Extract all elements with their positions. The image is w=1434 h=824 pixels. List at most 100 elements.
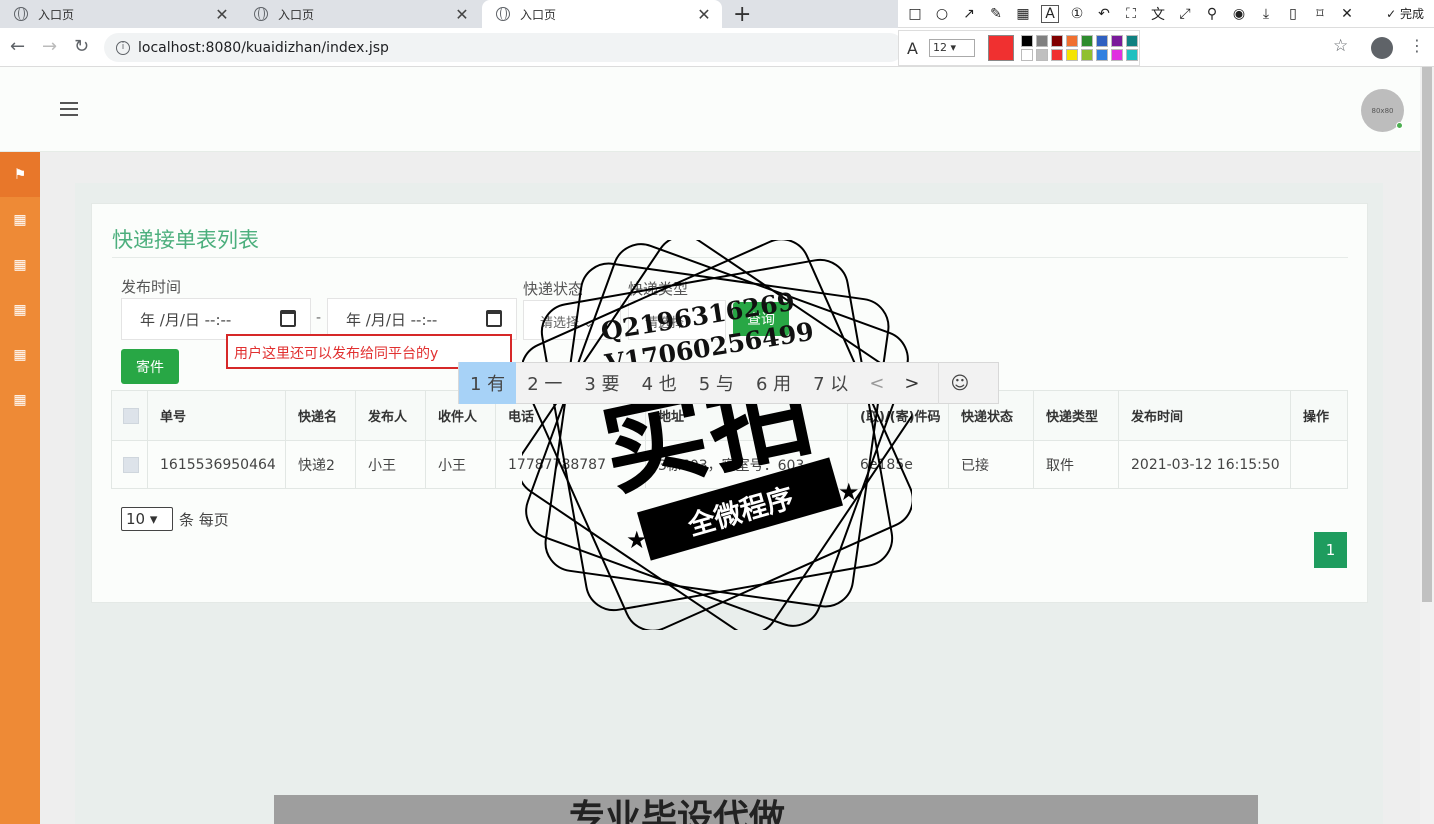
- undo-icon[interactable]: ↶: [1095, 5, 1113, 23]
- ime-candidate[interactable]: 3 要: [573, 362, 630, 404]
- pin-icon[interactable]: ⚲: [1203, 5, 1221, 23]
- cancel-icon[interactable]: ✕: [1338, 5, 1356, 23]
- sidebar: ⚑ ▦ ▦ ▦ ▦ ▦: [0, 152, 40, 824]
- order-number-cell: 1615536950464: [147, 440, 286, 489]
- type-cell: 取件: [1033, 440, 1119, 489]
- mosaic-tool-icon[interactable]: ▦: [1014, 5, 1032, 23]
- color-swatch[interactable]: [1036, 49, 1048, 61]
- sidebar-item[interactable]: ▦: [0, 332, 40, 377]
- arrow-tool-icon[interactable]: ↗: [960, 5, 978, 23]
- online-status-dot: [1396, 122, 1403, 129]
- reload-icon[interactable]: ↻: [74, 36, 89, 57]
- ime-candidate[interactable]: 1 有: [459, 362, 517, 404]
- calendar-icon[interactable]: [486, 310, 502, 327]
- color-swatch[interactable]: [1036, 35, 1048, 47]
- close-tab-icon[interactable]: ✕: [450, 5, 474, 24]
- sidebar-item[interactable]: ▦: [0, 197, 40, 242]
- color-swatch[interactable]: [1051, 49, 1063, 61]
- row-checkbox[interactable]: [123, 456, 139, 473]
- url-field[interactable]: i localhost:8080/kuaidizhan/index.jsp: [104, 33, 904, 62]
- close-tab-icon[interactable]: ✕: [210, 5, 234, 24]
- record-icon[interactable]: ◉: [1230, 5, 1248, 23]
- bottom-banner-text: 专业毕设代做: [569, 798, 786, 824]
- phone-icon[interactable]: ▯: [1284, 5, 1302, 23]
- col-header: 发布人: [355, 390, 426, 441]
- avatar-text: 80x80: [1371, 106, 1394, 115]
- color-swatch[interactable]: [1066, 35, 1078, 47]
- grid-icon: ▦: [13, 346, 27, 363]
- rectangle-tool-icon[interactable]: □: [906, 5, 924, 23]
- url-text: localhost:8080/kuaidizhan/index.jsp: [138, 39, 389, 56]
- profile-icon[interactable]: [1371, 37, 1393, 59]
- color-swatch[interactable]: [1051, 35, 1063, 47]
- browser-tab[interactable]: 入口页 ✕: [240, 0, 480, 28]
- col-header: 单号: [147, 390, 286, 441]
- hamburger-menu-icon[interactable]: [60, 102, 78, 116]
- done-label: 完成: [1399, 7, 1424, 21]
- color-swatch[interactable]: [1096, 49, 1108, 61]
- color-swatch[interactable]: [1111, 35, 1123, 47]
- bookmark-icon[interactable]: ⌑: [1311, 5, 1329, 23]
- font-size-select[interactable]: 12 ▾: [929, 39, 975, 57]
- color-swatch[interactable]: [1126, 35, 1138, 47]
- number-tool-icon[interactable]: ①: [1068, 5, 1086, 23]
- sidebar-item-home[interactable]: ⚑: [0, 152, 40, 197]
- page-scrollbar[interactable]: [1420, 67, 1434, 824]
- info-icon[interactable]: i: [116, 40, 130, 55]
- send-parcel-button[interactable]: 寄件: [121, 349, 179, 384]
- browser-tab[interactable]: 入口页 ✕: [0, 0, 240, 28]
- font-size-value: 12: [933, 41, 947, 54]
- address-bar: ← → ↻ i localhost:8080/kuaidizhan/index.…: [0, 28, 1434, 67]
- flag-icon: ⚑: [13, 166, 27, 183]
- color-swatch[interactable]: [1081, 49, 1093, 61]
- sidebar-item[interactable]: ▦: [0, 377, 40, 422]
- status-cell: 已接: [948, 440, 1034, 489]
- page-size-select[interactable]: 10 ▾: [121, 507, 173, 531]
- scrollbar-thumb[interactable]: [1422, 67, 1432, 602]
- translate-icon[interactable]: 文: [1149, 5, 1167, 23]
- ime-candidate[interactable]: 4 也: [631, 362, 688, 404]
- ellipse-tool-icon[interactable]: ○: [933, 5, 951, 23]
- pen-tool-icon[interactable]: ✎: [987, 5, 1005, 23]
- color-swatch[interactable]: [1021, 35, 1033, 47]
- forward-icon[interactable]: →: [42, 36, 57, 57]
- color-swatch[interactable]: [1096, 35, 1108, 47]
- tab-title: 入口页: [38, 7, 75, 22]
- page-button-current[interactable]: 1: [1314, 532, 1347, 568]
- color-swatch[interactable]: [1126, 49, 1138, 61]
- avatar[interactable]: 80x80: [1361, 89, 1404, 132]
- download-icon[interactable]: ⤓: [1257, 5, 1275, 23]
- color-swatch[interactable]: [1021, 49, 1033, 61]
- back-icon[interactable]: ←: [10, 36, 25, 57]
- annotation-toolbar: □ ○ ↗ ✎ ▦ A ① ↶ ⛶ 文 ⤢ ⚲ ◉ ⤓ ▯ ⌑ ✕ ✓ 完成: [898, 0, 1434, 28]
- grid-icon: ▦: [13, 301, 27, 318]
- grid-icon: ▦: [13, 391, 27, 408]
- publisher-cell: 小王: [355, 440, 426, 489]
- browser-tab-active[interactable]: 入口页 ✕: [482, 0, 722, 28]
- ime-candidate[interactable]: 7 以: [802, 362, 859, 404]
- select-all-checkbox[interactable]: [123, 407, 139, 424]
- text-tool-icon[interactable]: A: [1041, 4, 1059, 23]
- calendar-icon[interactable]: [280, 310, 296, 327]
- ime-next-icon[interactable]: >: [894, 373, 929, 394]
- sidebar-item[interactable]: ▦: [0, 242, 40, 287]
- color-swatch[interactable]: [1066, 49, 1078, 61]
- crop-icon[interactable]: ⛶: [1122, 5, 1140, 23]
- menu-kebab-icon[interactable]: ⋮: [1409, 36, 1425, 55]
- new-tab-icon[interactable]: +: [733, 2, 751, 27]
- color-swatch[interactable]: [1081, 35, 1093, 47]
- current-color[interactable]: [988, 35, 1014, 61]
- expand-icon[interactable]: ⤢: [1176, 5, 1194, 23]
- sidebar-item[interactable]: ▦: [0, 287, 40, 332]
- close-tab-icon[interactable]: ✕: [692, 5, 716, 24]
- color-swatch[interactable]: [1111, 49, 1123, 61]
- recipient-cell: 小王: [425, 440, 496, 489]
- ime-candidate[interactable]: 2 一: [516, 362, 573, 404]
- done-button[interactable]: ✓ 完成: [1386, 5, 1424, 22]
- bookmark-star-icon[interactable]: ☆: [1333, 36, 1348, 56]
- ime-candidate[interactable]: 6 用: [745, 362, 802, 404]
- ime-candidate[interactable]: 5 与: [688, 362, 745, 404]
- ime-prev-icon[interactable]: <: [859, 373, 894, 394]
- emoji-icon[interactable]: ☺: [937, 362, 982, 404]
- globe-icon: [254, 7, 268, 21]
